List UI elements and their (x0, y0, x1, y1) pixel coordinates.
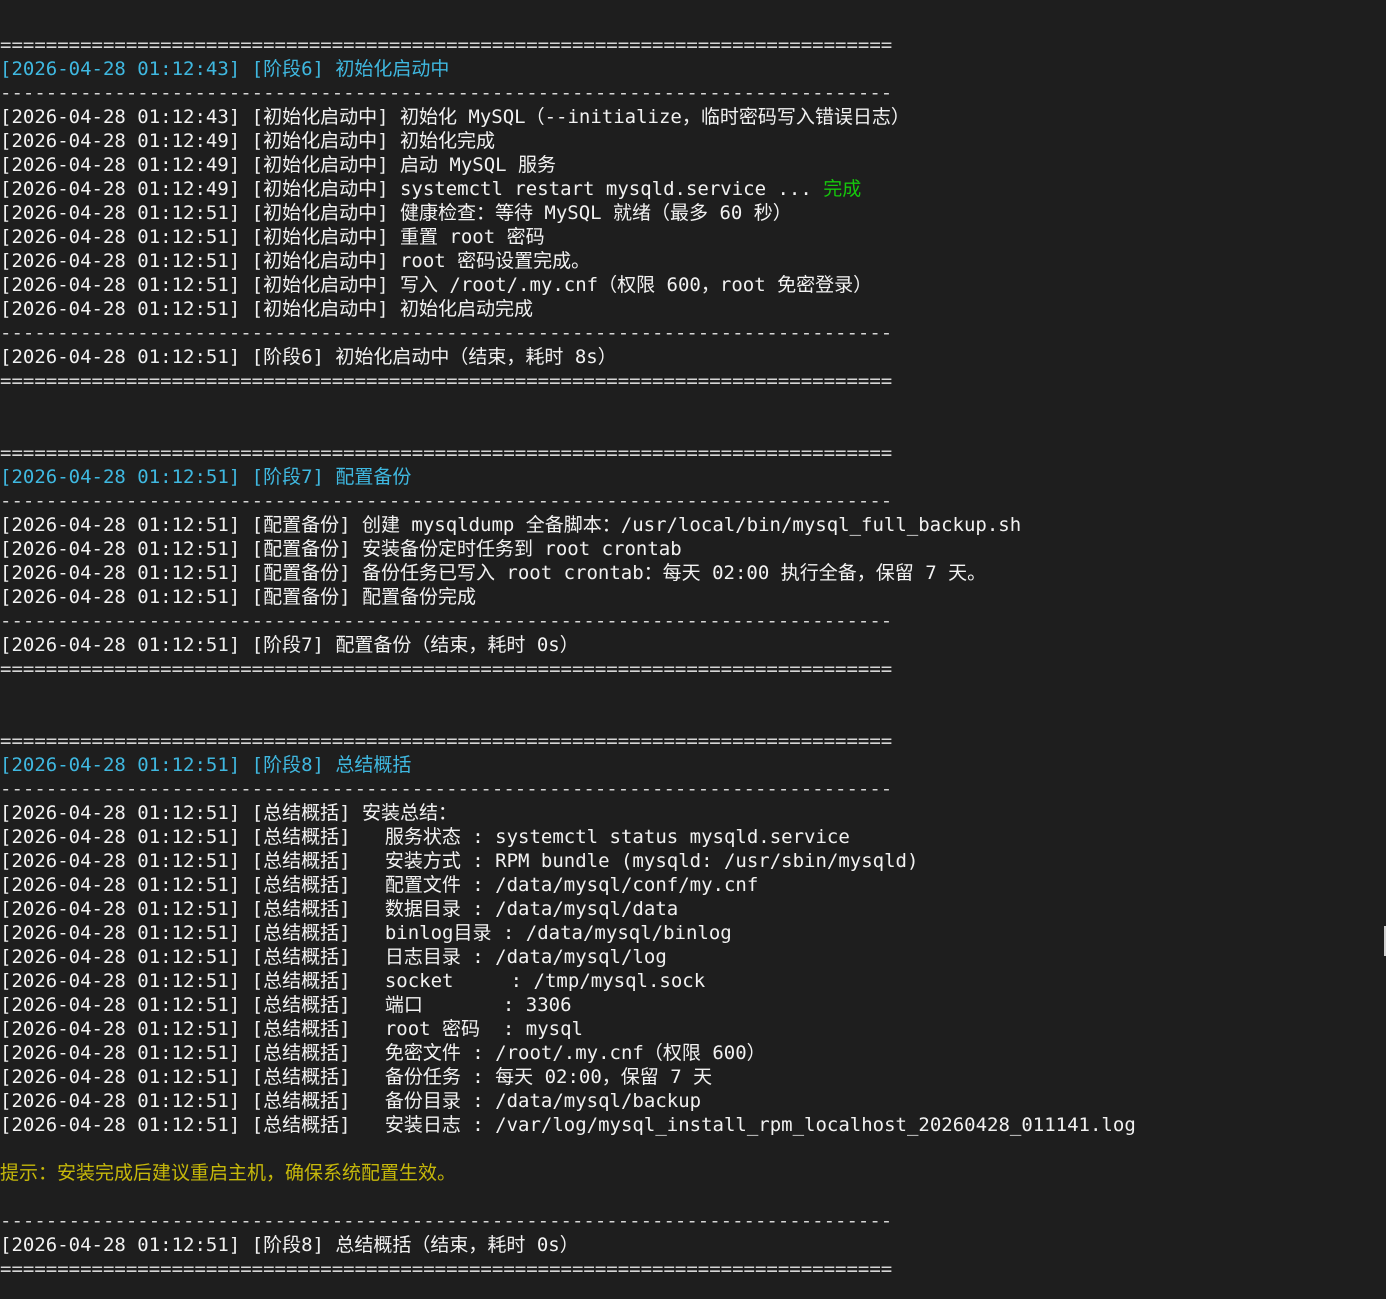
summary-line: [2026-04-28 01:12:51] [总结概括] 备份任务 : 每天 0… (0, 1066, 713, 1088)
stage8-footer: [2026-04-28 01:12:51] [阶段8] 总结概括（结束，耗时 0… (0, 1234, 579, 1256)
summary-line: [2026-04-28 01:12:51] [总结概括] 服务状态 : syst… (0, 826, 850, 848)
log-line: [2026-04-28 01:12:51] [配置备份] 配置备份完成 (0, 586, 476, 608)
separator-single: ----------------------------------------… (0, 610, 893, 632)
log-line: [2026-04-28 01:12:49] [初始化启动中] 初始化完成 (0, 130, 495, 152)
log-line: [2026-04-28 01:12:51] [初始化启动中] 健康检查：等待 M… (0, 202, 792, 224)
log-line: [2026-04-28 01:12:51] [初始化启动中] 初始化启动完成 (0, 298, 533, 320)
summary-line: [2026-04-28 01:12:51] [总结概括] 安装日志 : /var… (0, 1114, 1136, 1136)
restart-status: 完成 (823, 178, 862, 200)
separator-single: ----------------------------------------… (0, 322, 893, 344)
separator-double: ========================================… (0, 442, 893, 464)
summary-line: [2026-04-28 01:12:51] [总结概括] binlog目录 : … (0, 922, 732, 944)
log-line: [2026-04-28 01:12:51] [初始化启动中] 重置 root 密… (0, 226, 545, 248)
log-line: [2026-04-28 01:12:51] [配置备份] 创建 mysqldum… (0, 514, 1022, 536)
separator-double: ========================================… (0, 1258, 893, 1280)
separator-double: ========================================… (0, 730, 893, 752)
log-line: [2026-04-28 01:12:51] [初始化启动中] root 密码设置… (0, 250, 591, 272)
log-line: [2026-04-28 01:12:51] [配置备份] 安装备份定时任务到 r… (0, 538, 682, 560)
summary-line: [2026-04-28 01:12:51] [总结概括] 端口 : 3306 (0, 994, 572, 1016)
separator-single: ----------------------------------------… (0, 1210, 893, 1232)
summary-line: [2026-04-28 01:12:51] [总结概括] 配置文件 : /dat… (0, 874, 759, 896)
summary-line: [2026-04-28 01:12:51] [总结概括] 安装总结： (0, 802, 457, 824)
terminal-window[interactable]: ========================================… (0, 0, 1386, 1299)
stage6-header: [2026-04-28 01:12:43] [阶段6] 初始化启动中 (0, 58, 450, 80)
summary-line: [2026-04-28 01:12:51] [总结概括] root 密码 : m… (0, 1018, 583, 1040)
stage7-header: [2026-04-28 01:12:51] [阶段7] 配置备份 (0, 466, 412, 488)
summary-line: [2026-04-28 01:12:51] [总结概括] 数据目录 : /dat… (0, 898, 679, 920)
log-line-restart: [2026-04-28 01:12:49] [初始化启动中] systemctl… (0, 177, 1386, 201)
log-line: [2026-04-28 01:12:49] [初始化启动中] 启动 MySQL … (0, 154, 557, 176)
summary-line: [2026-04-28 01:12:51] [总结概括] 免密文件 : /roo… (0, 1042, 766, 1064)
log-line: [2026-04-28 01:12:43] [初始化启动中] 初始化 MySQL… (0, 106, 910, 128)
restart-command: [2026-04-28 01:12:49] [初始化启动中] systemctl… (0, 178, 824, 200)
summary-line: [2026-04-28 01:12:51] [总结概括] 备份目录 : /dat… (0, 1090, 702, 1112)
stage8-header: [2026-04-28 01:12:51] [阶段8] 总结概括 (0, 754, 412, 776)
stage7-footer: [2026-04-28 01:12:51] [阶段7] 配置备份（结束，耗时 0… (0, 634, 579, 656)
summary-line: [2026-04-28 01:12:51] [总结概括] socket : /t… (0, 970, 706, 992)
separator-single: ----------------------------------------… (0, 490, 893, 512)
separator-single: ----------------------------------------… (0, 82, 893, 104)
summary-line: [2026-04-28 01:12:51] [总结概括] 日志目录 : /dat… (0, 946, 667, 968)
log-line: [2026-04-28 01:12:51] [配置备份] 备份任务已写入 roo… (0, 562, 987, 584)
stage6-footer: [2026-04-28 01:12:51] [阶段6] 初始化启动中（结束，耗时… (0, 346, 617, 368)
log-line: [2026-04-28 01:12:51] [初始化启动中] 写入 /root/… (0, 274, 873, 296)
tip-message: 提示：安装完成后建议重启主机，确保系统配置生效。 (0, 1162, 457, 1184)
separator-double: ========================================… (0, 34, 893, 56)
separator-single: ----------------------------------------… (0, 778, 893, 800)
summary-line: [2026-04-28 01:12:51] [总结概括] 安装方式 : RPM … (0, 850, 919, 872)
separator-double: ========================================… (0, 658, 893, 680)
separator-double: ========================================… (0, 370, 893, 392)
